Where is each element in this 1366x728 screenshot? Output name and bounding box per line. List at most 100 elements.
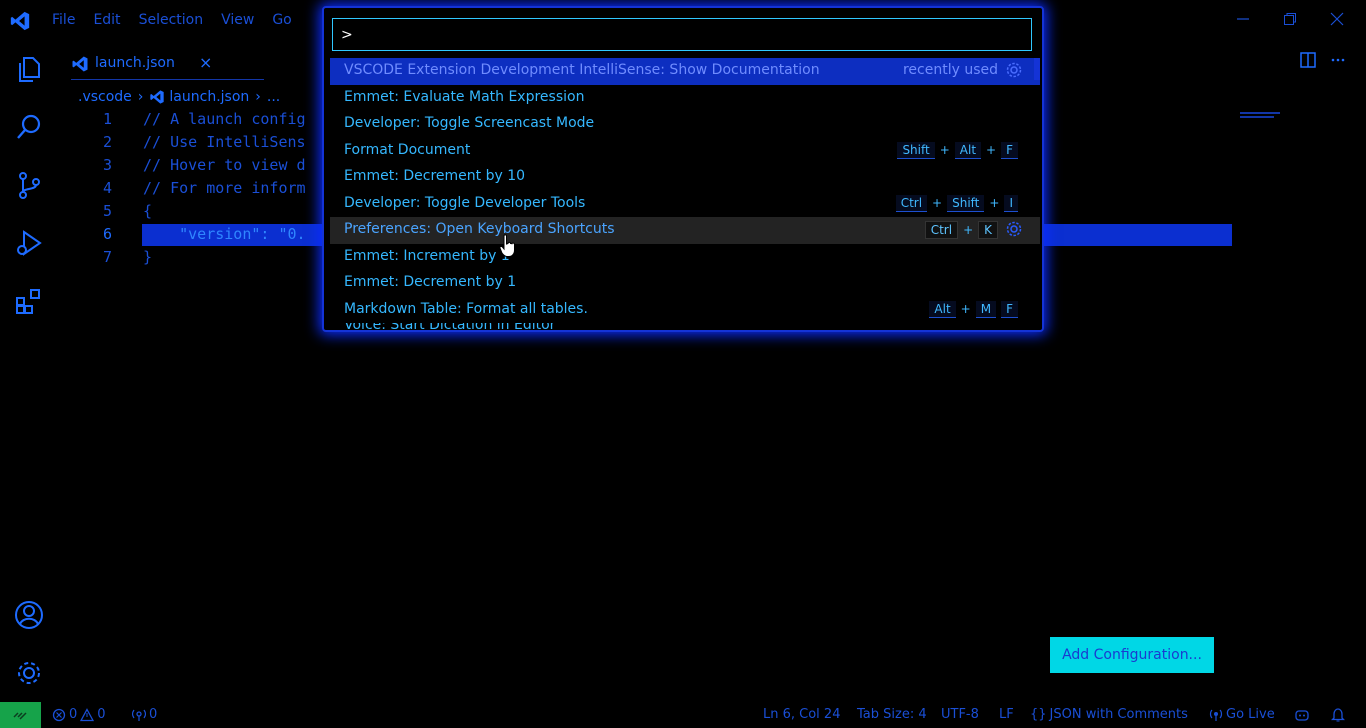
menu-file[interactable]: File — [52, 12, 75, 28]
search-icon[interactable] — [14, 112, 44, 142]
settings-gear-icon[interactable] — [14, 658, 44, 688]
command-item[interactable]: Emmet: Decrement by 10 — [330, 164, 1040, 191]
breadcrumb-folder[interactable]: .vscode — [78, 89, 132, 105]
go-live-label: Go Live — [1226, 707, 1275, 722]
status-bar: 0 0 0 Ln 6, Col 24 Tab Size: 4 UTF-8 LF … — [0, 702, 1366, 728]
code-text: { — [143, 202, 153, 220]
key-plus: + — [989, 196, 1000, 210]
add-configuration-button[interactable]: Add Configuration... — [1050, 637, 1214, 673]
account-icon[interactable] — [14, 600, 44, 630]
braces-icon: {} — [1030, 707, 1047, 722]
restore-icon[interactable] — [1283, 12, 1297, 26]
command-label: Developer: Toggle Screencast Mode — [344, 115, 595, 131]
notifications-bell-icon[interactable] — [1331, 707, 1345, 722]
gear-icon[interactable] — [1006, 221, 1022, 237]
breadcrumb-file[interactable]: launch.json — [169, 89, 249, 105]
extensions-icon[interactable] — [14, 286, 44, 316]
language-label: JSON with Comments — [1049, 707, 1188, 722]
key-cap: Ctrl — [924, 221, 959, 239]
key-cap: F — [1001, 141, 1018, 159]
ports-indicator[interactable]: 0 — [132, 707, 157, 722]
tab-close-icon[interactable]: × — [199, 53, 212, 72]
command-item[interactable]: Emmet: Evaluate Math Expression — [330, 85, 1040, 112]
tab-label: launch.json — [95, 55, 175, 71]
remote-indicator[interactable] — [0, 702, 41, 728]
breadcrumb: .vscode › launch.json › ... — [78, 89, 280, 105]
editor-actions — [1300, 52, 1346, 68]
key-plus: + — [963, 223, 974, 237]
cursor-position[interactable]: Ln 6, Col 24 — [763, 707, 840, 722]
menu-go[interactable]: Go — [272, 12, 291, 28]
close-window-icon[interactable] — [1330, 12, 1344, 26]
menu-bar: File Edit Selection View Go — [52, 12, 310, 28]
command-label: Emmet: Decrement by 1 — [344, 274, 517, 290]
command-label: Emmet: Increment by 1 — [344, 247, 510, 264]
gear-icon[interactable] — [1006, 62, 1022, 78]
tab-size[interactable]: Tab Size: 4 — [857, 707, 927, 722]
key-cap: Ctrl — [895, 194, 928, 212]
vscode-file-icon — [150, 90, 165, 104]
warning-count: 0 — [97, 707, 106, 722]
source-control-icon[interactable] — [14, 170, 44, 200]
recently-used-label: recently used — [902, 62, 998, 78]
palette-scrollbar[interactable] — [1034, 58, 1040, 80]
minimize-icon[interactable] — [1236, 12, 1250, 26]
key-cap: Shift — [897, 141, 935, 159]
line-number: 4 — [102, 179, 112, 197]
key-plus: + — [939, 143, 950, 157]
line-number: 3 — [102, 156, 112, 174]
run-debug-icon[interactable] — [14, 228, 44, 258]
command-list: VSCODE Extension Development IntelliSens… — [330, 58, 1040, 330]
remote-icon — [13, 712, 27, 720]
command-label: Markdown Table: Format all tables. — [344, 300, 588, 317]
code-text: "version": "0. — [143, 225, 306, 243]
command-item[interactable]: Format Document Shift + Alt + F — [330, 138, 1040, 165]
ports-count: 0 — [149, 707, 158, 722]
error-icon — [52, 708, 66, 721]
command-palette: VSCODE Extension Development IntelliSens… — [322, 6, 1044, 332]
line-number: 2 — [102, 133, 112, 151]
menu-edit[interactable]: Edit — [93, 12, 120, 28]
more-actions-icon[interactable] — [1330, 52, 1346, 68]
split-editor-icon[interactable] — [1300, 52, 1316, 68]
activity-bar — [0, 42, 56, 702]
command-item[interactable]: Developer: Toggle Screencast Mode — [330, 111, 1040, 138]
command-item[interactable]: Developer: Toggle Developer Tools Ctrl + … — [330, 191, 1040, 218]
command-item[interactable]: Emmet: Increment by 1 — [330, 244, 1040, 271]
keybinding: Ctrl + Shift + I — [895, 194, 1018, 212]
tab-launch-json[interactable]: launch.json × — [71, 50, 264, 80]
go-live-button[interactable]: Go Live — [1209, 707, 1275, 722]
key-plus: + — [960, 302, 971, 316]
copilot-icon[interactable] — [1294, 708, 1310, 722]
command-item[interactable]: Voice: Start Dictation in Editor — [330, 323, 1040, 330]
command-label: Emmet: Decrement by 10 — [344, 168, 526, 184]
menu-selection[interactable]: Selection — [139, 12, 204, 28]
minimap[interactable] — [1240, 112, 1288, 120]
hand-cursor-icon — [499, 234, 515, 257]
breadcrumb-more[interactable]: ... — [267, 89, 280, 105]
language-mode[interactable]: {} JSON with Comments — [1030, 707, 1188, 722]
explorer-icon[interactable] — [14, 54, 44, 84]
problems-indicator[interactable]: 0 0 — [52, 707, 106, 722]
code-text: // For more inform — [143, 179, 306, 197]
warning-icon — [80, 707, 95, 721]
command-item[interactable]: VSCODE Extension Development IntelliSens… — [330, 58, 1040, 85]
command-label: VSCODE Extension Development IntelliSens… — [344, 62, 820, 78]
command-palette-input[interactable] — [332, 18, 1032, 51]
vscode-logo-icon — [10, 11, 30, 31]
keybinding: Ctrl + K — [924, 221, 998, 239]
end-of-line[interactable]: LF — [999, 707, 1014, 722]
line-number: 6 — [102, 225, 112, 243]
command-label: Preferences: Open Keyboard Shortcuts — [344, 221, 615, 237]
key-cap: Shift — [947, 194, 985, 212]
key-plus: + — [986, 143, 997, 157]
command-item-hovered[interactable]: Preferences: Open Keyboard Shortcuts Ctr… — [330, 217, 1040, 244]
menu-view[interactable]: View — [221, 12, 254, 28]
broadcast-icon — [1209, 709, 1223, 721]
error-count: 0 — [69, 707, 78, 722]
encoding[interactable]: UTF-8 — [941, 707, 979, 722]
line-number: 5 — [102, 202, 112, 220]
line-number: 7 — [102, 248, 112, 266]
command-item[interactable]: Emmet: Decrement by 1 — [330, 270, 1040, 297]
command-item[interactable]: Markdown Table: Format all tables. Alt + … — [330, 297, 1040, 324]
